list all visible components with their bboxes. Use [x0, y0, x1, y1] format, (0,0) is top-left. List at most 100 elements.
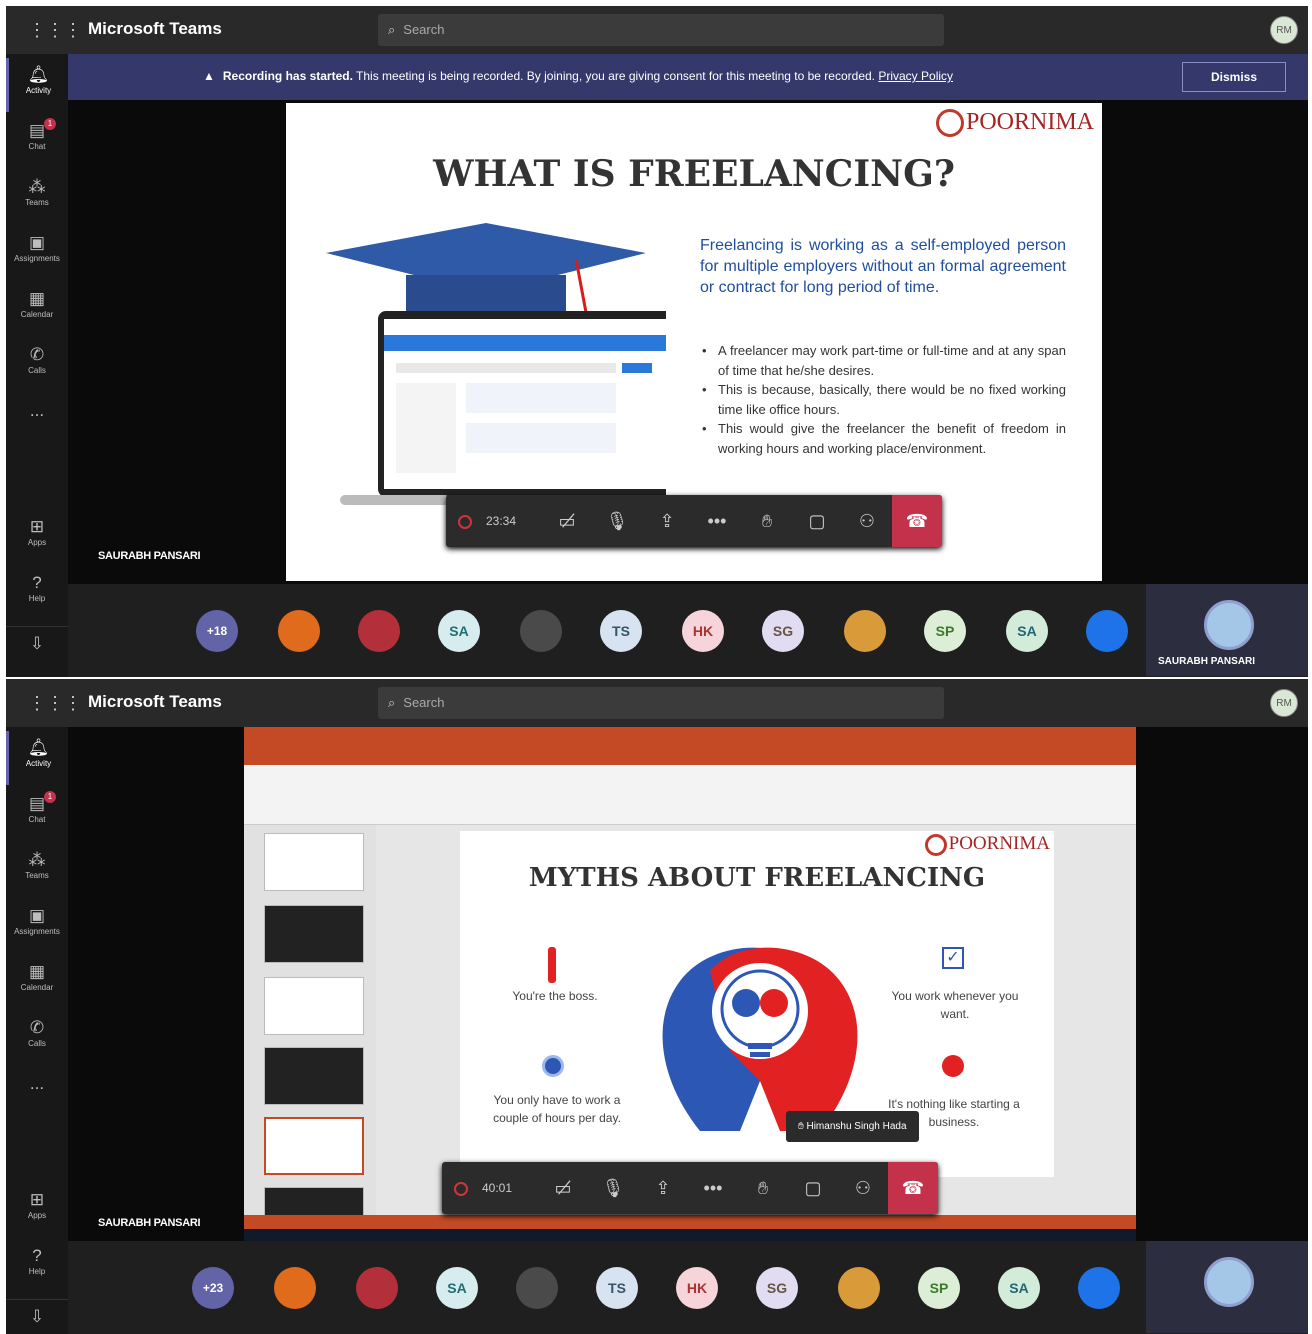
slide-title: MYTHS ABOUT FREELANCING	[528, 863, 986, 893]
raise-hand-icon[interactable]: ✋︎	[742, 495, 792, 547]
calendar-icon: ▦	[28, 289, 46, 308]
participants-icon[interactable]: ⚇	[838, 1162, 888, 1214]
search-input[interactable]: ⌕ Search	[378, 14, 944, 46]
search-icon: ⌕	[388, 695, 396, 710]
privacy-policy-link[interactable]: Privacy Policy	[878, 69, 953, 83]
rail-apps[interactable]: ⊞ Apps	[6, 510, 68, 564]
app-launcher-icon[interactable]: ⋮⋮⋮	[28, 693, 82, 713]
participant-avatar[interactable]	[278, 610, 320, 652]
slide-thumbnail[interactable]	[264, 905, 364, 963]
participant-avatar[interactable]: SP	[918, 1267, 960, 1309]
user-avatar[interactable]: RM	[1270, 689, 1298, 717]
rail-calls[interactable]: ✆ Calls	[6, 1011, 68, 1065]
warning-icon: ▲	[203, 69, 215, 83]
share-tray-icon[interactable]: ⇪	[638, 1162, 688, 1214]
participant-avatar[interactable]	[274, 1267, 316, 1309]
app-launcher-icon[interactable]: ⋮⋮⋮	[28, 20, 82, 40]
participant-avatar[interactable]	[358, 610, 400, 652]
raise-hand-icon[interactable]: ✋︎	[738, 1162, 788, 1214]
self-video-tile[interactable]	[1146, 1241, 1308, 1333]
participant-avatar[interactable]	[520, 610, 562, 652]
rail-calendar[interactable]: ▦ Calendar	[6, 282, 68, 336]
rail-help[interactable]: ? Help	[6, 566, 68, 620]
participant-avatar[interactable]	[838, 1267, 880, 1309]
participant-avatar[interactable]: SA	[998, 1267, 1040, 1309]
participant-avatar[interactable]	[516, 1267, 558, 1309]
search-input[interactable]: ⌕ Search	[378, 687, 944, 719]
rail-download[interactable]: ⇩	[6, 1299, 68, 1334]
participant-avatar[interactable]: HK	[676, 1267, 718, 1309]
phone-icon: ✆	[29, 1018, 45, 1037]
participant-avatar[interactable]: TS	[596, 1267, 638, 1309]
slide-thumbnail-selected[interactable]	[264, 1117, 364, 1175]
camera-off-icon[interactable]: ▭̸	[542, 495, 592, 547]
pie-icon	[942, 1055, 964, 1077]
participant-avatar[interactable]	[1086, 610, 1128, 652]
more-participants-badge[interactable]: +18	[196, 610, 238, 652]
participant-avatar[interactable]	[1078, 1267, 1120, 1309]
chat-toggle-icon[interactable]: ▢	[792, 495, 842, 547]
apps-icon: ⊞	[29, 1190, 45, 1209]
rail-calendar[interactable]: ▦ Calendar	[6, 955, 68, 1009]
dismiss-button[interactable]: Dismiss	[1182, 62, 1286, 92]
myth-text: You work whenever you want.	[891, 989, 1019, 1021]
participant-avatar[interactable]: SG	[756, 1267, 798, 1309]
rail-activity[interactable]: 🔔︎ Activity	[6, 58, 68, 112]
rail-teams[interactable]: ⁂ Teams	[6, 843, 68, 897]
self-name: SAURABH PANSARI	[1158, 656, 1256, 667]
rail-more[interactable]: ...	[6, 1067, 68, 1121]
participant-avatar[interactable]: SP	[924, 610, 966, 652]
participant-avatar[interactable]: HK	[682, 610, 724, 652]
rail-calls[interactable]: ✆ Calls	[6, 338, 68, 392]
participant-avatar[interactable]	[844, 610, 886, 652]
rail-teams[interactable]: ⁂ Teams	[6, 170, 68, 224]
participant-avatar[interactable]: SA	[436, 1267, 478, 1309]
poornima-logo: POORNIMA	[935, 109, 1094, 138]
mic-off-icon[interactable]: 🎙︎	[588, 1162, 638, 1214]
share-tray-icon[interactable]: ⇪	[642, 495, 692, 547]
tie-icon	[548, 947, 556, 983]
assignments-icon: ▣	[28, 233, 46, 252]
participant-avatar[interactable]	[356, 1267, 398, 1309]
logo-seal-icon	[935, 109, 964, 138]
recording-icon	[458, 514, 472, 529]
slide-thumbnail[interactable]	[264, 1047, 364, 1105]
slide-thumbnail[interactable]	[264, 977, 364, 1035]
rail-more[interactable]: ...	[6, 394, 68, 448]
hang-up-button[interactable]: ☎︎	[888, 1162, 938, 1214]
download-icon: ⇩	[29, 634, 45, 653]
self-video-tile[interactable]: SAURABH PANSARI	[1146, 584, 1308, 676]
camera-off-icon[interactable]: ▭̸	[538, 1162, 588, 1214]
participant-avatar[interactable]: TS	[600, 610, 642, 652]
user-avatar[interactable]: RM	[1270, 16, 1298, 44]
rail-help[interactable]: ? Help	[6, 1239, 68, 1293]
rail-assignments[interactable]: ▣ Assignments	[6, 899, 68, 953]
participant-avatar[interactable]: SG	[762, 610, 804, 652]
search-icon: ⌕	[388, 22, 396, 37]
self-avatar	[1204, 600, 1254, 650]
phone-icon: ✆	[29, 345, 45, 364]
slide-title: WHAT IS FREELANCING?	[433, 153, 955, 195]
participant-avatar[interactable]: SA	[438, 610, 480, 652]
rail-chat[interactable]: ▤ 1 Chat	[6, 787, 68, 841]
mic-off-icon[interactable]: 🎙︎	[592, 495, 642, 547]
rail-chat[interactable]: ▤ 1 Chat	[6, 114, 68, 168]
assignments-icon: ▣	[28, 906, 46, 925]
rail-assignments[interactable]: ▣ Assignments	[6, 226, 68, 280]
poornima-logo: POORNIMA	[924, 833, 1050, 856]
more-actions-icon[interactable]: •••	[692, 495, 742, 547]
rail-apps[interactable]: ⊞ Apps	[6, 1183, 68, 1237]
more-participants-badge[interactable]: +23	[192, 1267, 234, 1309]
rail-activity[interactable]: 🔔︎ Activity	[6, 731, 68, 785]
chat-toggle-icon[interactable]: ▢	[788, 1162, 838, 1214]
recording-icon	[454, 1181, 468, 1196]
recording-banner: ▲ Recording has started. This meeting is …	[68, 54, 1308, 100]
participant-avatar[interactable]: SA	[1006, 610, 1048, 652]
hang-up-button[interactable]: ☎︎	[892, 495, 942, 547]
rail-download[interactable]: ⇩	[6, 626, 68, 677]
laptop-cap-illustration	[326, 223, 666, 505]
participants-icon[interactable]: ⚇	[842, 495, 892, 547]
slide-thumbnail[interactable]	[264, 833, 364, 891]
more-actions-icon[interactable]: •••	[688, 1162, 738, 1214]
search-placeholder: Search	[403, 695, 445, 710]
